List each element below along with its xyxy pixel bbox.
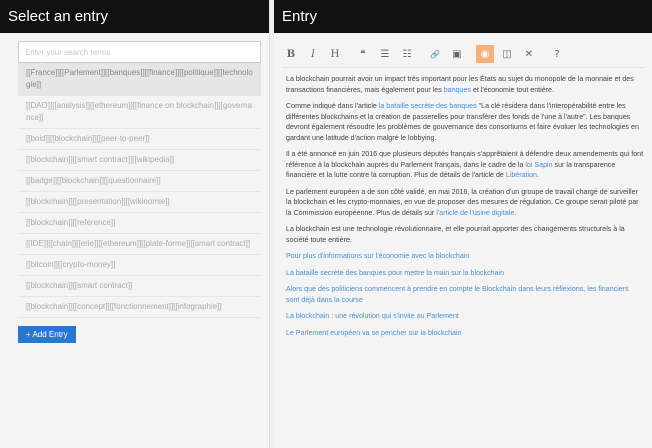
left-panel-title: Select an entry [0,0,269,33]
list-item[interactable]: [[blockchain]][[presentation]][[wikinomi… [18,192,261,213]
related-links: Pour plus d'informations sur l'économie … [286,251,644,338]
entry-list: [[France]][[Parlement]][[banques]][[fina… [18,63,261,318]
inline-link[interactable]: la bataille secrète des banques [379,102,477,110]
bold-button[interactable]: B [282,45,300,63]
inline-link[interactable]: Libération [506,171,537,179]
related-link[interactable]: Pour plus d'informations sur l'économie … [286,251,644,262]
list-item[interactable]: [[badge]][[blockchain]][[questionnaire]] [18,171,261,192]
help-icon[interactable]: ? [548,45,566,63]
link-icon[interactable]: 🔗 [426,45,444,63]
add-entry-button[interactable]: + Add Entry [18,326,76,343]
side-by-side-icon[interactable]: ◫ [498,45,516,63]
unordered-list-icon[interactable]: ☰ [376,45,394,63]
ordered-list-icon[interactable]: ☷ [398,45,416,63]
paragraph: Comme indiqué dans l'article la bataille… [286,102,639,142]
list-item[interactable]: [[IDE]][[chain]][[erie]][[ethereum]][[pl… [18,234,261,255]
list-item[interactable]: [[France]][[Parlement]][[banques]][[fina… [18,63,261,96]
related-link[interactable]: Le Parlement européen va se pencher sur … [286,328,644,339]
paragraph: Il a été annoncé en juin 2016 que plusie… [286,150,644,179]
heading-button[interactable]: H [326,45,344,63]
paragraph: La blockchain pourrait avoir un impact t… [286,75,634,94]
inline-link[interactable]: loi Sapin [525,161,552,169]
related-link[interactable]: La bataille secrète des banques pour met… [286,268,644,279]
search-input[interactable] [18,41,261,63]
image-icon[interactable]: ▣ [448,45,466,63]
preview-icon[interactable]: ◉ [476,45,494,63]
list-item[interactable]: [[blockchain]][[reference]] [18,213,261,234]
entry-list-panel: Select an entry [[France]][[Parlement]][… [0,0,270,448]
list-item[interactable]: [[blockchain]][[smart contract]][[wikipe… [18,150,261,171]
editor-toolbar: B I H ❝ ☰ ☷ 🔗 ▣ ◉ ◫ ✕ ? [282,41,644,68]
right-panel-title: Entry [274,0,652,33]
list-item[interactable]: [[DAO]][[analysis]][[ethereum]][[finance… [18,96,261,129]
entry-editor-panel: Entry B I H ❝ ☰ ☷ 🔗 ▣ ◉ ◫ ✕ ? La blockch… [274,0,652,448]
quote-icon[interactable]: ❝ [354,45,372,63]
italic-button[interactable]: I [304,45,322,63]
list-item[interactable]: [[blockchain]][[smart contract]] [18,276,261,297]
inline-link[interactable]: l'article de l'usine digitale [436,209,514,217]
inline-link[interactable]: banques [444,86,471,94]
paragraph: La blockchain est une technologie révolu… [286,225,625,244]
paragraph: Le parlement européen a de son côté vali… [286,187,639,217]
list-item[interactable]: [[blockchain]][[concept]][[fonctionnemen… [18,297,261,318]
list-item[interactable]: [[bitcoin]][[crypto-money]] [18,255,261,276]
list-item[interactable]: [[bold]][[blockchain]][[peer-to-peer]] [18,129,261,150]
related-link[interactable]: La blockchain : une révolution qui s'inv… [286,311,644,322]
fullscreen-icon[interactable]: ✕ [520,45,538,63]
entry-content: La blockchain pourrait avoir un impact t… [274,68,652,338]
related-link[interactable]: Alors que des politiciens commencent à p… [286,284,644,305]
